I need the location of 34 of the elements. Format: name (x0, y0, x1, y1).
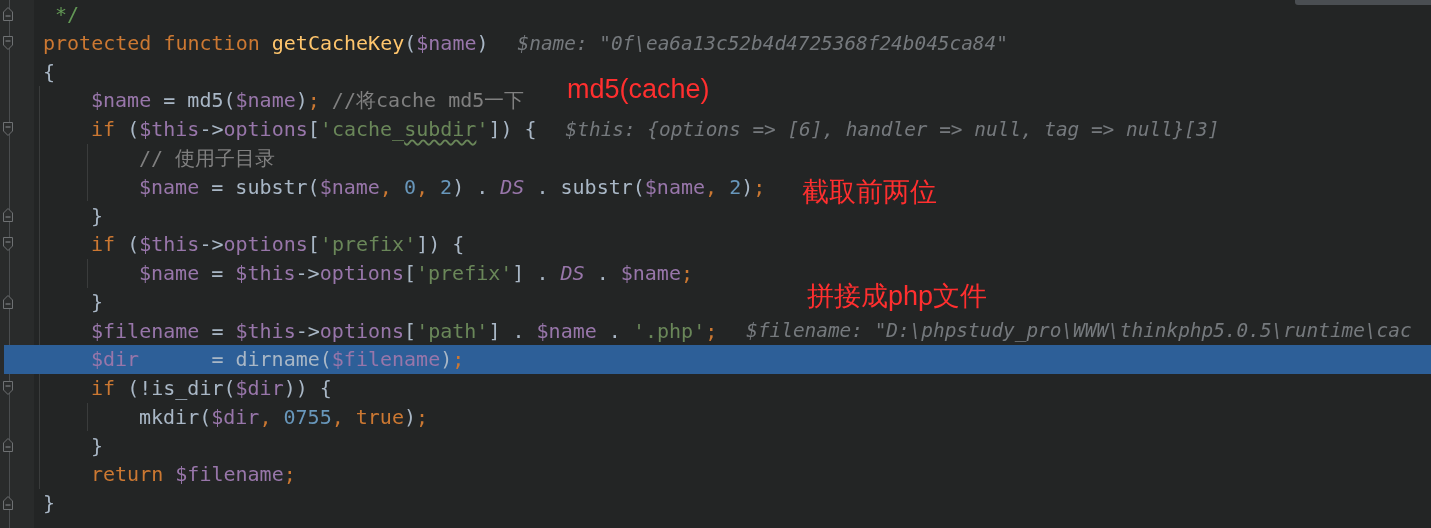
code-line: $dir = dirname($filename); (91, 347, 465, 372)
debug-value-hint: $name: "0f\ea6a13c52b4d4725368f24b045ca84" (517, 31, 1008, 55)
fold-marker-icon[interactable] (3, 208, 13, 223)
fold-marker-icon[interactable] (3, 237, 13, 251)
annotation-text: 截取前两位 (802, 176, 937, 209)
code-line: $name = substr($name, 0, 2) . DS . substr($name, 2); (139, 174, 766, 199)
code-line: } (91, 433, 104, 458)
scrollbar-thumb[interactable] (1295, 0, 1431, 5)
fold-marker-icon[interactable] (3, 35, 13, 50)
code-line: $name = md5($name); //将cache md5一下 (91, 87, 525, 115)
fold-marker-icon[interactable] (3, 495, 13, 510)
code-line: { (43, 59, 56, 84)
code-line: return $filename; (91, 462, 296, 487)
annotation-text: md5(cache) (567, 74, 710, 105)
debug-value-hint: $filename: "D:\phpstudy_pro\WWW\thinkphp5.0.5\runtime\cac (746, 319, 1412, 343)
code-line: $filename = $this->options['path'] . $name . '.php'; (91, 318, 718, 343)
code-line: if ($this->options['cache_subdir']) { (91, 117, 537, 142)
code-line: } (91, 203, 104, 228)
code-line: protected function getCacheKey($name) (43, 31, 489, 56)
code-line: $name = $this->options['prefix'] . DS . $name; (139, 261, 693, 286)
debug-value-hint: $this: {options => [6], handler => null, tag => null}[3] (565, 117, 1220, 141)
code-line: // 使用子目录 (139, 144, 276, 172)
annotation-text: 拼接成php文件 (807, 280, 988, 313)
code-line: if ($this->options['prefix']) { (91, 232, 465, 257)
code-line: */ (54, 2, 80, 27)
code-line: mkdir($dir, 0755, true); (139, 404, 429, 429)
code-line: } (91, 289, 104, 314)
code-line: if (!is_dir($dir)) { (91, 376, 332, 401)
fold-marker-icon[interactable] (3, 122, 13, 136)
fold-marker-icon[interactable] (3, 438, 13, 453)
code-line: } (43, 491, 56, 516)
fold-marker-icon[interactable] (3, 294, 13, 309)
fold-marker-icon[interactable] (3, 7, 13, 21)
fold-marker-icon[interactable] (3, 380, 13, 395)
